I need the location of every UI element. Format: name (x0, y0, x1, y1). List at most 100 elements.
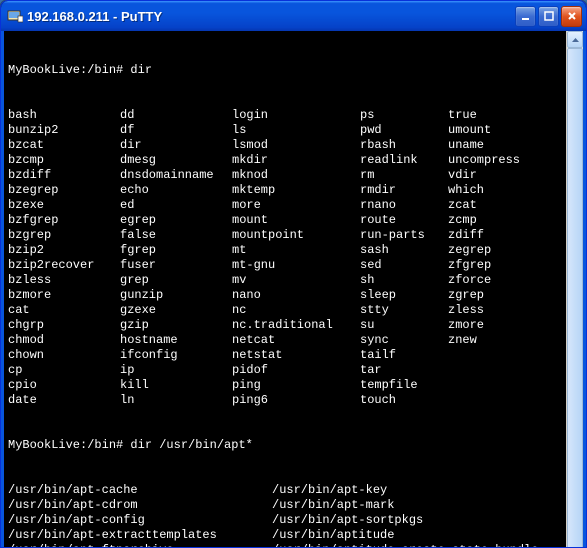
cmd-name: zgrep (448, 288, 484, 303)
list-row: chgrpgzipnc.traditionalsuzmore (8, 318, 564, 333)
cmd-name: chown (8, 348, 120, 363)
cmd-name: bzexe (8, 198, 120, 213)
cmd-name: df (120, 123, 232, 138)
cmd-name: rm (360, 168, 448, 183)
cmd-name: pidof (232, 363, 360, 378)
cmd-name: sed (360, 258, 448, 273)
cmd-name: stty (360, 303, 448, 318)
cmd-name: egrep (120, 213, 232, 228)
cmd-name: zdiff (448, 228, 484, 243)
list-row: chownifconfignetstattailf (8, 348, 564, 363)
cmd-name: bzcmp (8, 153, 120, 168)
cmd-name: sync (360, 333, 448, 348)
cmd-name: bzegrep (8, 183, 120, 198)
cmd-name: more (232, 198, 360, 213)
cmd-name: gunzip (120, 288, 232, 303)
cmd-name: ping6 (232, 393, 360, 408)
cmd-name: mknod (232, 168, 360, 183)
list-row: bunzip2dflspwdumount (8, 123, 564, 138)
cmd-name: chgrp (8, 318, 120, 333)
cmd-name: dd (120, 108, 232, 123)
cmd-name: login (232, 108, 360, 123)
path-text: /usr/bin/apt-mark (272, 498, 394, 513)
path-text: /usr/bin/aptitude (272, 528, 394, 543)
list-row: bzegrepechomktemprmdirwhich (8, 183, 564, 198)
cmd-name: ps (360, 108, 448, 123)
command-text: dir /usr/bin/apt* (130, 438, 252, 453)
cmd-name: cp (8, 363, 120, 378)
list-row: bzmoregunzipnanosleepzgrep (8, 288, 564, 303)
cmd-name: ping (232, 378, 360, 393)
scroll-thumb[interactable] (567, 48, 583, 548)
path-text: /usr/bin/apt-config (8, 513, 272, 528)
cmd-name: nano (232, 288, 360, 303)
cmd-name: bzdiff (8, 168, 120, 183)
cmd-name: lsmod (232, 138, 360, 153)
cmd-name: dir (120, 138, 232, 153)
maximize-button[interactable] (538, 6, 559, 27)
list-row: bzdiffdnsdomainnamemknodrmvdir (8, 168, 564, 183)
cmd-name: tar (360, 363, 448, 378)
cmd-name: tailf (360, 348, 448, 363)
cmd-name: rbash (360, 138, 448, 153)
path-text: /usr/bin/apt-cdrom (8, 498, 272, 513)
cmd-name: fuser (120, 258, 232, 273)
window-buttons (515, 6, 582, 27)
cmd-name: ip (120, 363, 232, 378)
list-row: /usr/bin/apt-extracttemplates/usr/bin/ap… (8, 528, 564, 543)
cmd-name: ln (120, 393, 232, 408)
cmd-name: chmod (8, 333, 120, 348)
list-row: bzfgrepegrepmountroutezcmp (8, 213, 564, 228)
cmd-name: ls (232, 123, 360, 138)
cmd-name: rnano (360, 198, 448, 213)
close-button[interactable] (561, 6, 582, 27)
cmd-name: run-parts (360, 228, 448, 243)
list-row: /usr/bin/apt-cache/usr/bin/apt-key (8, 483, 564, 498)
cmd-name: sleep (360, 288, 448, 303)
cmd-name: fgrep (120, 243, 232, 258)
list-row: cpippidoftar (8, 363, 564, 378)
title-text: 192.168.0.211 - PuTTY (27, 9, 515, 24)
cmd-name: uname (448, 138, 484, 153)
cmd-name: vdir (448, 168, 477, 183)
path-text: /usr/bin/aptitude-create-state-bundle (272, 543, 538, 548)
path-text: /usr/bin/apt-ftparchive (8, 543, 272, 548)
cmd-name: mkdir (232, 153, 360, 168)
cmd-name: ifconfig (120, 348, 232, 363)
cmd-name: mountpoint (232, 228, 360, 243)
scrollbar[interactable] (566, 31, 583, 548)
scroll-up-button[interactable] (567, 31, 583, 48)
command-text: dir (130, 63, 152, 78)
path-text: /usr/bin/apt-key (272, 483, 387, 498)
cmd-name: zcat (448, 198, 477, 213)
cmd-name: gzexe (120, 303, 232, 318)
cmd-name: nc (232, 303, 360, 318)
list-row: bzexeedmorernanozcat (8, 198, 564, 213)
cmd-name: which (448, 183, 484, 198)
cmd-name: mt-gnu (232, 258, 360, 273)
app-icon (7, 8, 23, 24)
terminal[interactable]: MyBookLive:/bin# dir bashddloginpstruebu… (4, 31, 566, 548)
cmd-name: bzless (8, 273, 120, 288)
cmd-name: true (448, 108, 477, 123)
titlebar[interactable]: 192.168.0.211 - PuTTY (1, 1, 586, 31)
path-text: /usr/bin/apt-extracttemplates (8, 528, 272, 543)
cmd-name: pwd (360, 123, 448, 138)
cmd-name: bunzip2 (8, 123, 120, 138)
cmd-name: zmore (448, 318, 484, 333)
cmd-name: grep (120, 273, 232, 288)
cmd-name: route (360, 213, 448, 228)
client-area: MyBookLive:/bin# dir bashddloginpstruebu… (1, 31, 586, 548)
cmd-name: zforce (448, 273, 491, 288)
list-row: bzip2recoverfusermt-gnusedzfgrep (8, 258, 564, 273)
cmd-name: zfgrep (448, 258, 491, 273)
cmd-name: sh (360, 273, 448, 288)
prompt: MyBookLive:/bin# (8, 63, 130, 78)
cmd-name: false (120, 228, 232, 243)
cmd-name: kill (120, 378, 232, 393)
path-text: /usr/bin/apt-sortpkgs (272, 513, 423, 528)
cmd-name: znew (448, 333, 477, 348)
cmd-name: gzip (120, 318, 232, 333)
minimize-button[interactable] (515, 6, 536, 27)
cmd-name: cat (8, 303, 120, 318)
